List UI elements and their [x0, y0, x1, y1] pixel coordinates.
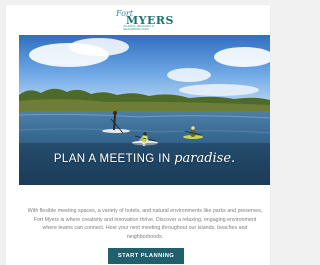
lightbulb-icon: [139, 135, 149, 146]
hero-image[interactable]: PLAN A MEETING IN paradise.: [19, 35, 270, 185]
email-card: Fort MYERS ISLANDS, BEACHES & NEIGHBORHO…: [6, 5, 270, 265]
headline-script-text: paradise.: [174, 151, 236, 166]
fort-myers-logo[interactable]: Fort MYERS ISLANDS, BEACHES & NEIGHBORHO…: [6, 9, 270, 33]
logo-tagline: ISLANDS, BEACHES & NEIGHBORHOODS: [123, 25, 154, 31]
headline-main-text: PLAN A MEETING IN: [53, 153, 171, 165]
start-planning-button[interactable]: START PLANNING: [108, 248, 184, 264]
body-paragraph: With flexible meeting spaces, a variety …: [27, 208, 263, 240]
hero-headline: PLAN A MEETING IN paradise.: [19, 151, 270, 166]
